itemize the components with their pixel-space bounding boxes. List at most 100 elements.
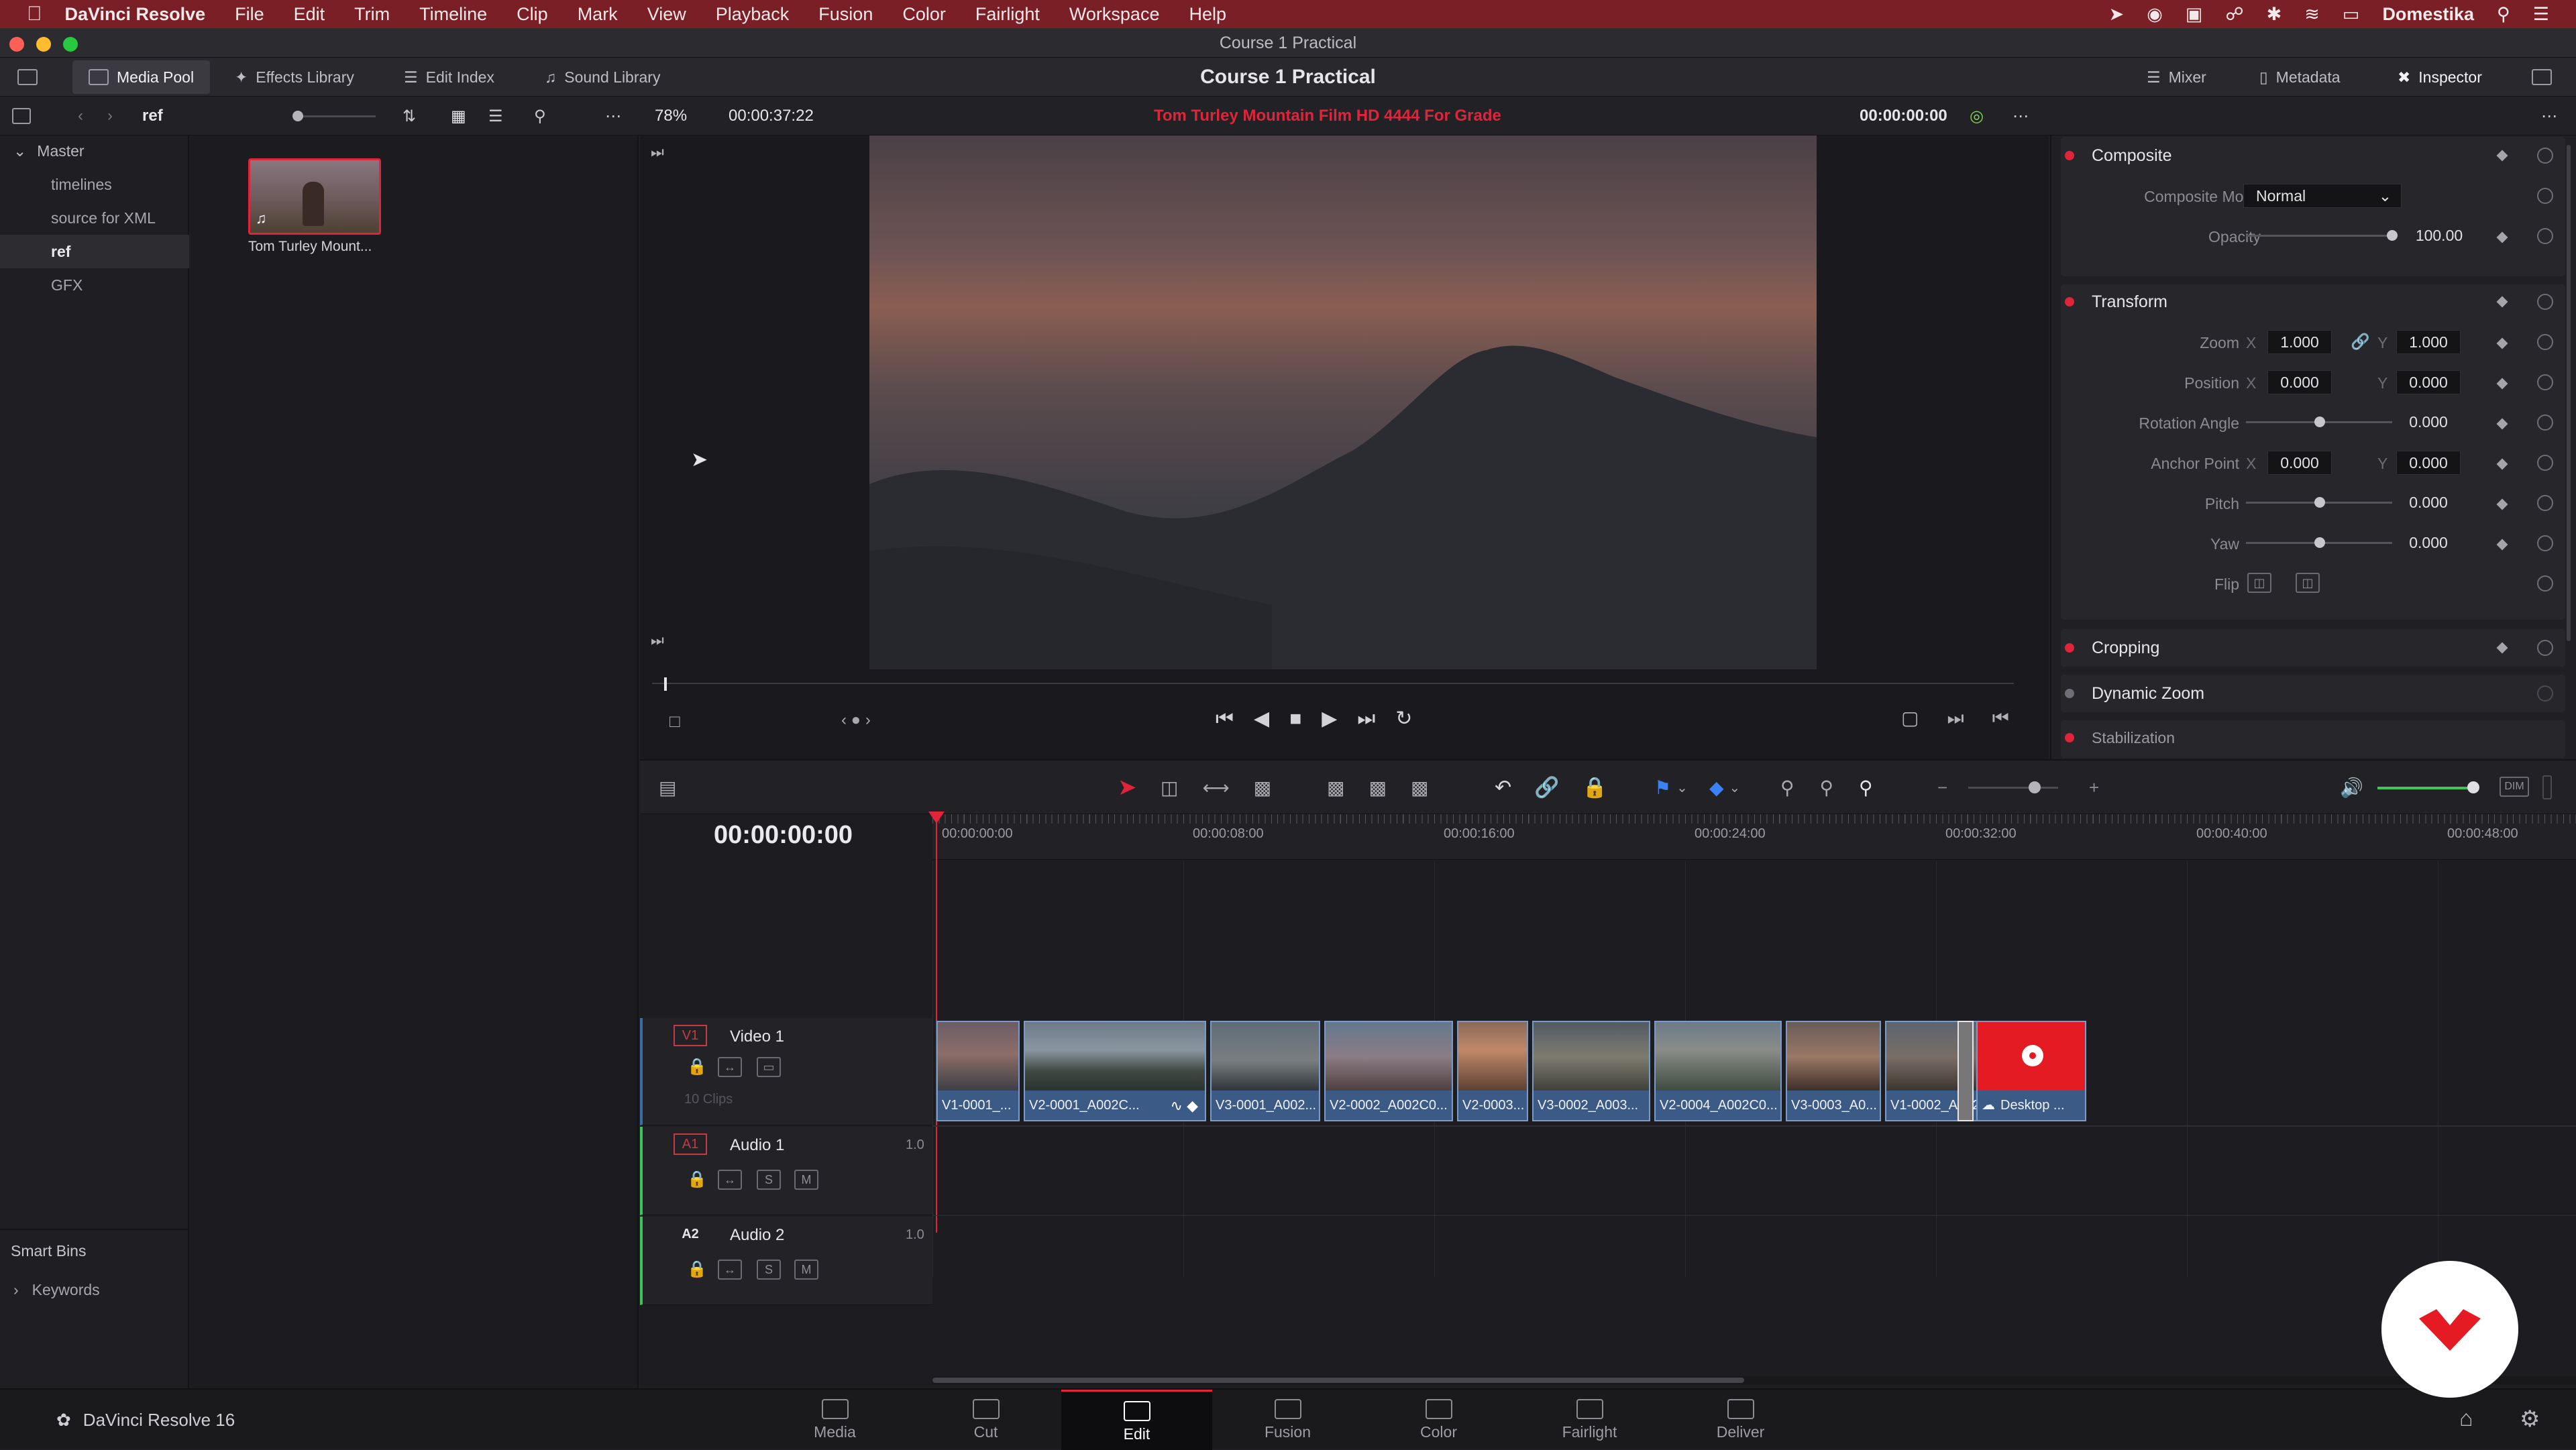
next-edit-icon[interactable]: ⏭ — [1947, 708, 1992, 728]
position-keyframe-icon[interactable] — [2496, 378, 2508, 390]
timeline-clip[interactable]: V2-0002_A002C0... — [1324, 1021, 1453, 1121]
mute-button[interactable]: M — [794, 1260, 818, 1280]
timeline-zoom-slider[interactable] — [1968, 787, 2058, 789]
bin-ref[interactable]: ref — [0, 235, 189, 268]
reverse-play-icon[interactable]: ◀ — [1254, 708, 1289, 730]
media-pool-button[interactable]: Media Pool — [72, 60, 211, 94]
zoom-keyframe-icon[interactable] — [2496, 337, 2508, 349]
stabilization-enable-toggle[interactable] — [2065, 733, 2074, 742]
nav-forward-icon[interactable]: › — [107, 97, 113, 135]
timeline-clip[interactable]: V1-0002_A002... — [1885, 1021, 1990, 1121]
master-bin[interactable]: ⌄ Master — [13, 142, 85, 160]
audio-track-tag[interactable]: A2 — [674, 1223, 707, 1245]
expand-icon[interactable] — [2532, 58, 2552, 97]
solo-button[interactable]: S — [757, 1170, 781, 1190]
auto-track-icon[interactable]: ↔ — [718, 1170, 742, 1190]
close-window-button[interactable] — [9, 37, 24, 52]
pitch-reset-icon[interactable] — [2537, 495, 2553, 511]
menu-view[interactable]: View — [647, 4, 686, 25]
user-name[interactable]: Domestika — [2382, 4, 2474, 25]
meters-icon[interactable] — [2542, 775, 2552, 799]
go-to-first-frame-icon[interactable]: ⏭ — [651, 144, 664, 161]
bin-gfx[interactable]: GFX — [0, 268, 189, 302]
anchor-reset-icon[interactable] — [2537, 455, 2553, 471]
jump-to-end-icon[interactable]: ⏭ — [1357, 708, 1395, 730]
nav-back-icon[interactable]: ‹ — [78, 97, 83, 135]
sync-icon[interactable]: ◎ — [1970, 97, 1984, 135]
metadata-button[interactable]: ▯ Metadata — [2259, 58, 2341, 97]
track-visibility-icon[interactable]: ▭ — [757, 1057, 781, 1077]
audio-track-name[interactable]: Audio 1 — [730, 1136, 784, 1155]
yaw-reset-icon[interactable] — [2537, 535, 2553, 551]
timeline-clip[interactable]: V3-0003_A0... — [1786, 1021, 1881, 1121]
page-fairlight[interactable]: Fairlight — [1514, 1390, 1665, 1450]
track-lock-icon[interactable]: 🔒 — [687, 1057, 707, 1076]
page-cut[interactable]: Cut — [910, 1390, 1061, 1450]
mute-button[interactable]: M — [794, 1170, 818, 1190]
sidebar-toggle-icon[interactable] — [12, 97, 39, 135]
jump-to-start-icon[interactable]: ⏮ — [1216, 708, 1254, 730]
effects-library-button[interactable]: ✦ Effects Library — [235, 58, 354, 97]
page-deliver[interactable]: Deliver — [1665, 1390, 1816, 1450]
display-icon[interactable]: ▭ — [2343, 4, 2360, 25]
timeline-clip[interactable]: V3-0002_A003... — [1532, 1021, 1650, 1121]
snapping-icon[interactable]: ↶ — [1495, 776, 1534, 799]
video-frame[interactable] — [869, 135, 1817, 669]
dynamic-trim-icon[interactable]: ⟷ — [1202, 777, 1253, 799]
location-icon[interactable]: ➤ — [2109, 4, 2125, 25]
page-media[interactable]: Media — [759, 1390, 910, 1450]
opacity-keyframe-icon[interactable] — [2496, 231, 2508, 243]
apple-icon[interactable]:  — [27, 3, 42, 25]
record-icon[interactable]: ◉ — [2147, 4, 2163, 25]
yaw-slider-knob[interactable] — [2314, 537, 2325, 548]
anchor-keyframe-icon[interactable] — [2496, 458, 2508, 470]
inspector-scrollbar[interactable] — [2567, 145, 2571, 641]
zoom-in-icon[interactable]: + — [2089, 761, 2099, 814]
bin-timelines[interactable]: timelines — [0, 168, 189, 201]
composite-mode-dropdown[interactable]: Normal ⌄ — [2243, 184, 2402, 208]
anchor-x-field[interactable]: 0.000 — [2267, 451, 2332, 475]
transform-enable-toggle[interactable] — [2065, 297, 2074, 306]
page-fusion[interactable]: Fusion — [1212, 1390, 1363, 1450]
stabilization-section-header[interactable]: Stabilization — [2065, 719, 2175, 757]
overwrite-clip-icon[interactable]: ▩ — [1368, 777, 1410, 799]
auto-track-icon[interactable]: ↔ — [718, 1260, 742, 1280]
inspector-options-icon[interactable]: ⋯ — [2541, 97, 2557, 135]
timeline-clip[interactable]: V3-0001_A002... — [1210, 1021, 1320, 1121]
jog-control-icon[interactable]: ‹ ● › — [841, 711, 871, 730]
app-menu[interactable]: DaVinci Resolve — [65, 4, 206, 25]
position-x-field[interactable]: 0.000 — [2267, 370, 2332, 394]
pitch-keyframe-icon[interactable] — [2496, 498, 2508, 510]
timeline-zoom-knob[interactable] — [2029, 781, 2041, 793]
pitch-value[interactable]: 0.000 — [2396, 491, 2461, 515]
inspector-button[interactable]: ✖ Inspector — [2398, 58, 2482, 97]
zoom-y-field[interactable]: 1.000 — [2396, 330, 2461, 354]
stop-icon[interactable]: ■ — [1289, 708, 1322, 730]
scrubber-head[interactable] — [664, 677, 667, 691]
track-lock-icon[interactable]: 🔒 — [687, 1260, 707, 1279]
clip-trim-handle[interactable] — [1957, 1021, 1974, 1121]
menu-mark[interactable]: Mark — [578, 4, 618, 25]
anchor-y-field[interactable]: 0.000 — [2396, 451, 2461, 475]
menu-help[interactable]: Help — [1189, 4, 1226, 25]
insert-clip-icon[interactable]: ▩ — [1327, 777, 1368, 799]
sound-library-button[interactable]: ♫ Sound Library — [545, 58, 660, 97]
page-color[interactable]: Color — [1363, 1390, 1514, 1450]
home-icon[interactable]: ⌂ — [2459, 1406, 2473, 1432]
position-reset-icon[interactable] — [2537, 374, 2553, 390]
transform-reset-icon[interactable] — [2537, 294, 2553, 310]
minimize-window-button[interactable] — [36, 37, 51, 52]
timeline-clip[interactable]: V2-0001_A002C... ∿ ◆ — [1024, 1021, 1206, 1121]
zoom-x-field[interactable]: 1.000 — [2267, 330, 2332, 354]
opacity-slider[interactable] — [2246, 235, 2392, 237]
bin-source-for-xml[interactable]: source for XML — [0, 201, 189, 235]
timeline-view-options-icon[interactable]: ▤ — [659, 761, 676, 814]
wifi-icon[interactable]: ≋ — [2304, 4, 2320, 25]
smart-bin-keywords[interactable]: › Keywords — [13, 1281, 100, 1299]
opacity-reset-icon[interactable] — [2537, 228, 2553, 244]
full-extent-zoom-icon[interactable]: ⚲ — [1780, 777, 1820, 799]
flag-icon[interactable]: ⚑ ⌄ — [1654, 761, 1688, 814]
position-lock-icon[interactable]: 🔒 — [1582, 776, 1630, 799]
flip-reset-icon[interactable] — [2537, 575, 2553, 592]
menu-workspace[interactable]: Workspace — [1069, 4, 1160, 25]
